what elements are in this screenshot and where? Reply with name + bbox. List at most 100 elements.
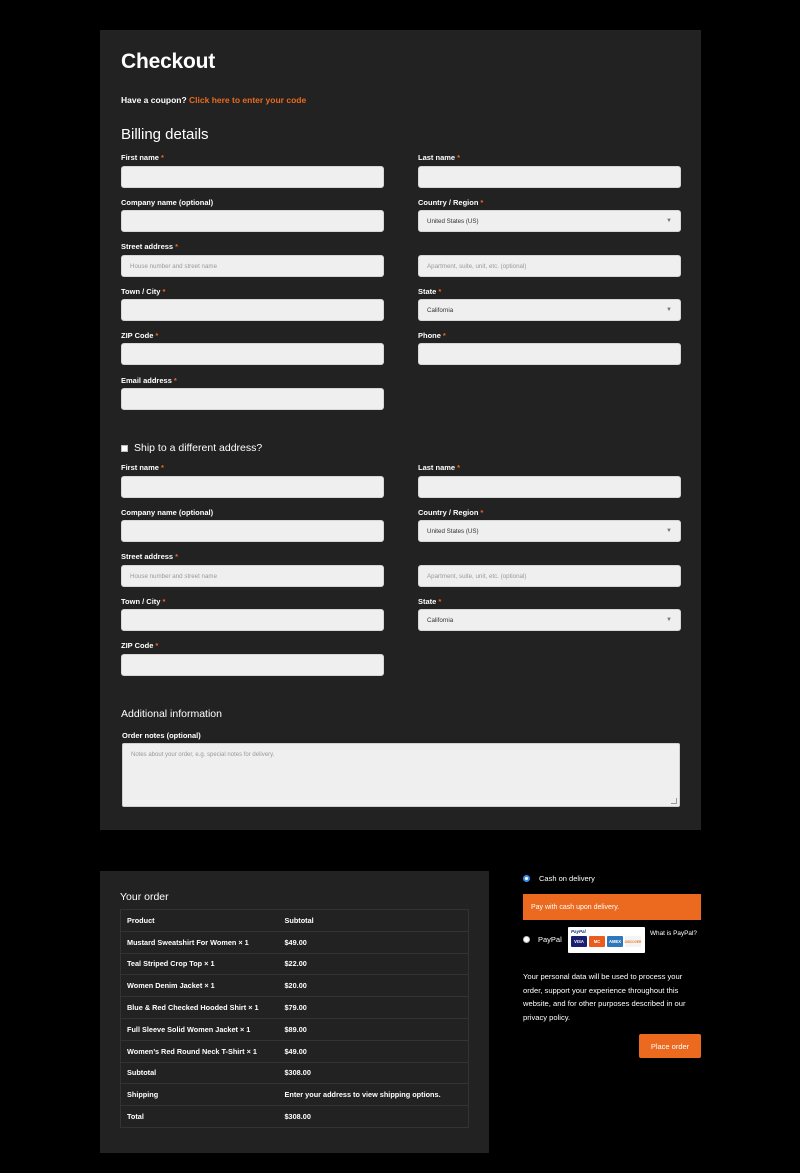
table-row: Blue & Red Checked Hooded Shirt × 1 $79.…: [120, 996, 469, 1019]
billing-company-input[interactable]: [121, 210, 384, 232]
required-mark: *: [160, 153, 164, 162]
selected-value: United States (US): [427, 217, 479, 225]
coupon-prefix: Have a coupon?: [121, 95, 187, 105]
shipping-apartment-input[interactable]: Apartment, suite, unit, etc. (optional): [418, 565, 681, 587]
order-table: Product Subtotal Mustard Sweatshirt For …: [120, 909, 469, 1128]
required-mark: *: [438, 287, 442, 296]
paypal-radio[interactable]: [523, 936, 530, 943]
paypal-logo: PayPal: [571, 929, 586, 934]
product-qty: × 1: [248, 1003, 259, 1013]
ship-different-toggle[interactable]: Ship to a different address?: [121, 442, 262, 454]
shipping-city-label: Town / City *: [121, 597, 165, 606]
chevron-down-icon: ▼: [666, 218, 672, 224]
shipping-street-label: Street address *: [121, 552, 178, 561]
order-notes-textarea[interactable]: Notes about your order, e.g. special not…: [122, 743, 680, 807]
required-mark: *: [175, 552, 179, 561]
selected-value: United States (US): [427, 527, 479, 535]
billing-email-input[interactable]: [121, 388, 384, 410]
chevron-down-icon: ▼: [666, 528, 672, 534]
order-summary-panel: Your order Product Subtotal Mustard Swea…: [100, 871, 489, 1153]
billing-country-select[interactable]: United States (US) ▼: [418, 210, 681, 232]
price-cell: $49.00: [278, 930, 469, 954]
billing-last-name-input[interactable]: [418, 166, 681, 188]
coupon-link[interactable]: Click here to enter your code: [189, 95, 306, 105]
resize-handle-icon[interactable]: [671, 798, 677, 804]
product-qty: × 1: [204, 981, 215, 991]
order-heading: Your order: [120, 891, 169, 903]
shipping-last-name-input[interactable]: [418, 476, 681, 498]
shipping-value: Enter your address to view shipping opti…: [278, 1083, 469, 1106]
shipping-row: Shipping Enter your address to view ship…: [120, 1083, 469, 1106]
product-qty: × 1: [204, 959, 215, 969]
label-text: Email address: [121, 376, 172, 385]
billing-heading: Billing details: [121, 126, 209, 143]
product-cell: Full Sleeve Solid Women Jacket × 1: [120, 1017, 279, 1041]
cod-description: Pay with cash upon delivery.: [523, 894, 701, 920]
billing-phone-input[interactable]: [418, 343, 681, 365]
product-qty: × 1: [246, 1046, 257, 1056]
shipping-city-input[interactable]: [121, 609, 384, 631]
shipping-zip-label: ZIP Code *: [121, 641, 158, 650]
column-header-product: Product: [120, 909, 279, 932]
label-text: Town / City: [121, 597, 161, 606]
privacy-notice: Your personal data will be used to proce…: [523, 972, 686, 1022]
shipping-country-select[interactable]: United States (US) ▼: [418, 520, 681, 542]
label-text: First name: [121, 153, 159, 162]
ship-different-checkbox[interactable]: [121, 444, 128, 452]
paypal-acceptance-mark: PayPal VISA MC AMEX DISCOVER: [568, 927, 645, 953]
column-header-subtotal: Subtotal: [278, 909, 469, 932]
billing-city-input[interactable]: [121, 299, 384, 321]
table-header-row: Product Subtotal: [120, 909, 469, 932]
selected-value: California: [427, 616, 454, 624]
visa-icon: VISA: [571, 936, 587, 947]
payment-option-cod[interactable]: Cash on delivery: [523, 874, 595, 883]
required-mark: *: [442, 331, 446, 340]
discover-icon: DISCOVER: [625, 936, 641, 947]
placeholder: Apartment, suite, unit, etc. (optional): [427, 572, 527, 580]
table-row: Women Denim Jacket × 1 $20.00: [120, 974, 469, 997]
shipping-state-select[interactable]: California ▼: [418, 609, 681, 631]
cod-radio[interactable]: [523, 875, 530, 882]
subtotal-label: Subtotal: [120, 1061, 279, 1084]
coupon-notice: Have a coupon? Click here to enter your …: [121, 95, 306, 105]
price-cell: $22.00: [278, 952, 469, 975]
billing-country-label: Country / Region *: [418, 198, 483, 207]
product-name: Teal Striped Crop Top: [127, 959, 203, 969]
shipping-street-input[interactable]: House number and street name: [121, 565, 384, 587]
billing-apartment-input[interactable]: Apartment, suite, unit, etc. (optional): [418, 255, 681, 277]
label-text: Town / City: [121, 287, 161, 296]
required-mark: *: [175, 242, 179, 251]
total-value: $308.00: [278, 1105, 469, 1128]
subtotal-row: Subtotal $308.00: [120, 1061, 469, 1084]
shipping-zip-input[interactable]: [121, 654, 384, 676]
billing-state-select[interactable]: California ▼: [418, 299, 681, 321]
label-text: First name: [121, 463, 159, 472]
product-cell: Mustard Sweatshirt For Women × 1: [120, 930, 279, 954]
placeholder: Notes about your order, e.g. special not…: [131, 752, 275, 758]
place-order-button[interactable]: Place order: [639, 1034, 701, 1058]
label-text: Phone: [418, 331, 441, 340]
required-mark: *: [162, 287, 166, 296]
shipping-first-name-input[interactable]: [121, 476, 384, 498]
required-mark: *: [162, 597, 166, 606]
product-cell: Teal Striped Crop Top × 1: [120, 952, 279, 975]
required-mark: *: [457, 463, 461, 472]
payment-option-paypal[interactable]: PayPal: [523, 935, 562, 944]
billing-city-label: Town / City *: [121, 287, 165, 296]
label-text: Last name: [418, 463, 456, 472]
label-text: Country / Region: [418, 198, 479, 207]
shipping-country-label: Country / Region *: [418, 508, 483, 517]
mastercard-icon: MC: [589, 936, 605, 947]
product-name: Mustard Sweatshirt For Women: [127, 937, 237, 947]
chevron-down-icon: ▼: [666, 617, 672, 623]
billing-first-name-input[interactable]: [121, 166, 384, 188]
billing-zip-input[interactable]: [121, 343, 384, 365]
what-is-paypal-link[interactable]: What is PayPal?: [650, 930, 697, 937]
billing-street-input[interactable]: House number and street name: [121, 255, 384, 277]
shipping-label: Shipping: [120, 1083, 279, 1106]
billing-phone-label: Phone *: [418, 331, 446, 340]
product-qty: × 1: [240, 1024, 251, 1034]
shipping-company-input[interactable]: [121, 520, 384, 542]
label-text: Country / Region: [418, 508, 479, 517]
paypal-label: PayPal: [538, 935, 562, 944]
